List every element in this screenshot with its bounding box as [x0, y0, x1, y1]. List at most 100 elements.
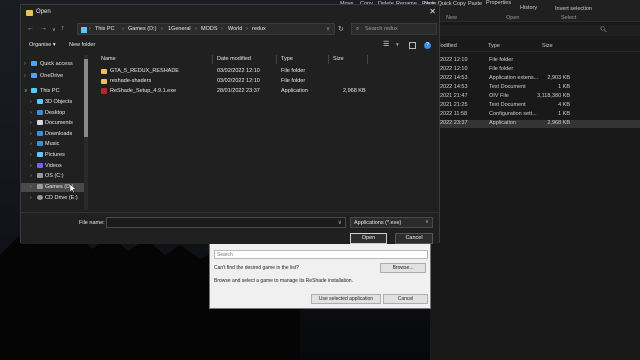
- breadcrumb-games-d[interactable]: Games (D:): [128, 26, 156, 32]
- drive-icon: [37, 184, 43, 189]
- preview-pane-icon[interactable]: [409, 42, 416, 49]
- list-item[interactable]: 2022 12:10 File folder: [430, 57, 640, 65]
- navigation-row: ← → ∨ ↑ › This PC › Games (D:) › 1Genera…: [21, 22, 439, 37]
- navigation-pane: › Quick access › OneDrive ∨ This PC › 3D Obj…: [21, 58, 87, 211]
- browse-button[interactable]: Browse...: [380, 263, 426, 273]
- folder-icon: [101, 79, 107, 84]
- ribbon-group-new: New: [446, 15, 458, 21]
- chevron-down-icon[interactable]: ∨: [338, 219, 342, 226]
- sidebar-item-this-pc[interactable]: ∨ This PC: [21, 87, 87, 96]
- breadcrumb-world[interactable]: World: [228, 26, 242, 32]
- sidebar-item-pictures[interactable]: › Pictures: [21, 151, 87, 160]
- sidebar-item-games-d[interactable]: › Games (D:): [21, 183, 87, 192]
- list-item[interactable]: 2022 11:58 Configuration sett... 1 KB: [430, 111, 640, 119]
- help-icon[interactable]: ?: [424, 42, 431, 49]
- column-type[interactable]: Type: [488, 43, 500, 49]
- drive-icon: [37, 173, 43, 178]
- column-type[interactable]: Type: [281, 56, 293, 62]
- cloud-icon: [31, 73, 37, 78]
- column-name[interactable]: Name: [101, 56, 116, 62]
- column-date-modified[interactable]: Date modified: [217, 56, 251, 62]
- instruction-text: Browse and select a game to manage its R…: [214, 278, 353, 284]
- background-ribbon: Pin to Quick Copy Paste Move Copy Delete…: [340, 0, 640, 22]
- dialog-titlebar[interactable]: Open ✕: [21, 5, 439, 21]
- reshade-installer-window: Search Can't find the desired game in th…: [209, 236, 431, 309]
- ribbon-copy[interactable]: Copy: [453, 1, 466, 7]
- open-file-dialog: Open ✕ ← → ∨ ↑ › This PC › Games (D:) › …: [20, 4, 440, 244]
- file-row[interactable]: reshade-shaders 03/02/2022 12:10 File fo…: [95, 77, 437, 86]
- mouse-cursor-icon: [70, 184, 76, 193]
- list-item[interactable]: 2022 12:10 File folder: [430, 66, 640, 74]
- column-divider[interactable]: [367, 55, 368, 64]
- background-address-bar[interactable]: 🔍︎: [430, 25, 640, 36]
- file-row[interactable]: GTA_5_REDUX_RESHADE 03/02/2022 12:10 Fil…: [95, 67, 437, 76]
- cube-icon: [37, 99, 43, 104]
- sidebar-item-3d-objects[interactable]: › 3D Objects: [21, 98, 87, 107]
- computer-icon: [31, 88, 37, 93]
- cant-find-text: Can't find the desired game in the list?: [214, 265, 299, 271]
- ribbon-history[interactable]: History: [520, 5, 537, 11]
- music-icon: [37, 141, 43, 146]
- sidebar-item-onedrive[interactable]: › OneDrive: [21, 72, 87, 81]
- list-item[interactable]: 2022 14:53 Application extens... 2,903 KB: [430, 75, 640, 83]
- list-item[interactable]: 2021 21:47 OIV File 3,118,380 KB: [430, 93, 640, 101]
- dialog-title: Open: [36, 9, 51, 15]
- file-list-header: Name Date modified Type Size: [95, 54, 437, 65]
- back-arrow-icon[interactable]: ←: [27, 25, 34, 32]
- chevron-down-icon: ∨: [424, 219, 429, 225]
- file-name-input[interactable]: ∨: [106, 217, 346, 228]
- recent-chevron-icon[interactable]: ∨: [52, 27, 56, 33]
- breadcrumb-mods[interactable]: MODS: [201, 26, 218, 32]
- ribbon-paste[interactable]: Paste: [468, 1, 482, 7]
- ribbon-group-open: Open: [506, 15, 520, 21]
- list-item[interactable]: 2022 23:37 Application 2,968 KB: [430, 120, 640, 128]
- close-icon[interactable]: ✕: [429, 7, 436, 16]
- sidebar-item-documents[interactable]: › Documents: [21, 119, 87, 128]
- new-folder-button[interactable]: New folder: [69, 42, 95, 48]
- use-selected-application-button[interactable]: Use selected application: [311, 294, 381, 304]
- column-divider[interactable]: [212, 55, 213, 64]
- column-divider[interactable]: [328, 55, 329, 64]
- view-options-icon[interactable]: ☰: [383, 40, 389, 48]
- sidebar-item-cd-drive-e[interactable]: › CD Drive (E:): [21, 194, 87, 203]
- refresh-icon[interactable]: ↻: [338, 25, 344, 33]
- ribbon-properties[interactable]: Properties: [486, 0, 511, 6]
- search-input[interactable]: ⌕ Search redux: [351, 23, 437, 35]
- organise-menu[interactable]: Organise ▾: [29, 42, 56, 48]
- cd-icon: [37, 195, 43, 200]
- view-chevron-icon[interactable]: ▾: [396, 42, 399, 48]
- forward-arrow-icon[interactable]: →: [40, 25, 47, 32]
- pictures-icon: [37, 152, 43, 157]
- dialog-bottom-bar: File name: ∨ Applications (*.exe) ∨ Open…: [21, 212, 439, 244]
- desktop-icon: [37, 110, 43, 115]
- breadcrumb-this-pc[interactable]: This PC: [95, 26, 115, 32]
- cancel-button[interactable]: Cancel: [395, 233, 433, 244]
- sidebar-item-desktop[interactable]: › Desktop: [21, 109, 87, 118]
- sidebar-item-downloads[interactable]: › Downloads: [21, 130, 87, 139]
- list-item[interactable]: 2022 14:53 Text Document 1 KB: [430, 84, 640, 92]
- reshade-cancel-button[interactable]: Cancel: [383, 294, 428, 304]
- sidebar-item-quick-access[interactable]: › Quick access: [21, 60, 87, 69]
- column-size[interactable]: Size: [333, 56, 344, 62]
- scrollbar-thumb[interactable]: [84, 59, 88, 137]
- breadcrumb-1general[interactable]: 1General: [168, 26, 191, 32]
- column-size[interactable]: Size: [542, 43, 553, 49]
- up-arrow-icon[interactable]: ↑: [61, 25, 65, 32]
- navigation-scrollbar[interactable]: [84, 55, 88, 210]
- search-icon: 🔍︎: [600, 27, 607, 33]
- open-button[interactable]: Open: [350, 233, 387, 244]
- documents-icon: [37, 120, 43, 125]
- list-item[interactable]: 2021 21:25 Text Document 4 KB: [430, 102, 640, 110]
- file-row[interactable]: ReShade_Setup_4.9.1.exe 28/01/2022 23:37…: [95, 87, 437, 96]
- background-file-explorer: Pin to Quick Copy Paste Move Copy Delete…: [340, 0, 640, 360]
- breadcrumb-redux[interactable]: redux: [252, 26, 266, 32]
- sidebar-item-music[interactable]: › Music: [21, 140, 87, 149]
- file-type-select[interactable]: Applications (*.exe) ∨: [350, 217, 433, 228]
- search-icon: ⌕: [356, 26, 360, 32]
- sidebar-item-videos[interactable]: › Videos: [21, 162, 87, 171]
- reshade-search-input[interactable]: Search: [214, 250, 428, 259]
- address-bar[interactable]: › This PC › Games (D:) › 1General › MODS…: [77, 23, 335, 35]
- sidebar-item-os-c[interactable]: › OS (C:): [21, 172, 87, 181]
- column-divider[interactable]: [276, 55, 277, 64]
- ribbon-invert-selection[interactable]: Invert selection: [555, 6, 592, 12]
